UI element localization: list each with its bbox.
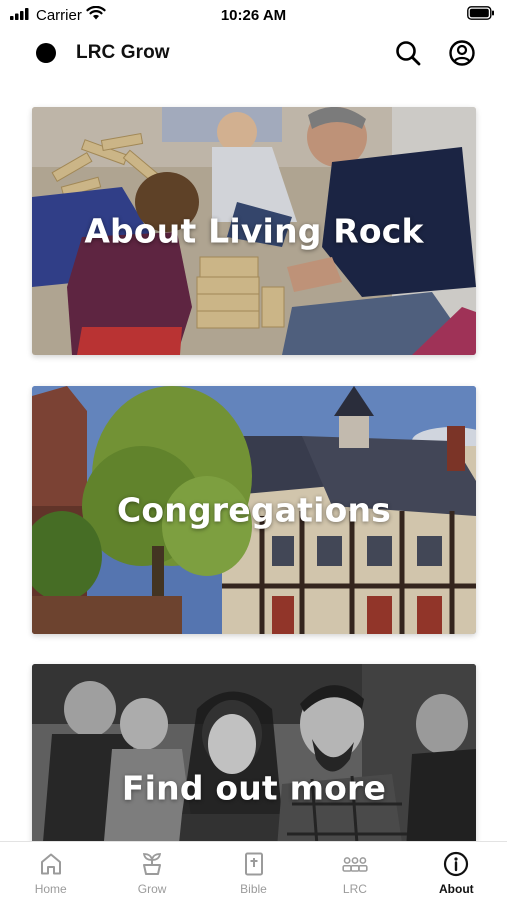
people-icon (341, 850, 369, 878)
account-button[interactable] (447, 38, 477, 68)
tab-bar: Home Grow Bible LRC About (0, 841, 507, 900)
search-button[interactable] (393, 38, 423, 68)
tab-bible[interactable]: Bible (203, 842, 304, 900)
bible-icon (240, 850, 268, 878)
status-right (467, 6, 495, 24)
card-title: Find out more (121, 768, 387, 808)
wifi-icon (86, 5, 106, 24)
about-living-rock-card[interactable]: About Living Rock (32, 107, 476, 355)
tab-label: Grow (137, 882, 167, 896)
tab-label: Home (34, 882, 67, 896)
app-screen: Carrier 10:26 AM LRC Grow About Living R… (0, 0, 507, 900)
find-out-more-card[interactable]: Find out more (32, 664, 476, 841)
card-title: Congregations (116, 490, 392, 530)
status-left: Carrier (10, 5, 106, 24)
logo-dot (36, 43, 56, 63)
tab-label: Bible (240, 882, 267, 896)
search-icon (396, 41, 421, 66)
header-actions (393, 38, 477, 68)
account-icon (449, 40, 475, 66)
status-bar: Carrier 10:26 AM (0, 0, 507, 30)
sprout-icon (138, 850, 166, 878)
tab-grow[interactable]: Grow (101, 842, 202, 900)
congregations-card[interactable]: Congregations (32, 386, 476, 634)
content-scroll[interactable]: About Living Rock Congregations Find out… (0, 76, 507, 841)
carrier-label: Carrier (36, 6, 82, 24)
home-icon (37, 850, 65, 878)
card-title: About Living Rock (84, 211, 424, 251)
people-in-audience-image (32, 664, 476, 841)
app-title: LRC Grow (76, 42, 170, 63)
tab-about[interactable]: About (406, 842, 507, 900)
tab-label: About (439, 882, 474, 896)
tab-home[interactable]: Home (0, 842, 101, 900)
battery-icon (467, 6, 495, 24)
tab-lrc[interactable]: LRC (304, 842, 405, 900)
app-header: LRC Grow (0, 30, 507, 76)
signal-icon (10, 7, 32, 24)
tab-label: LRC (342, 882, 367, 896)
info-icon (442, 850, 470, 878)
